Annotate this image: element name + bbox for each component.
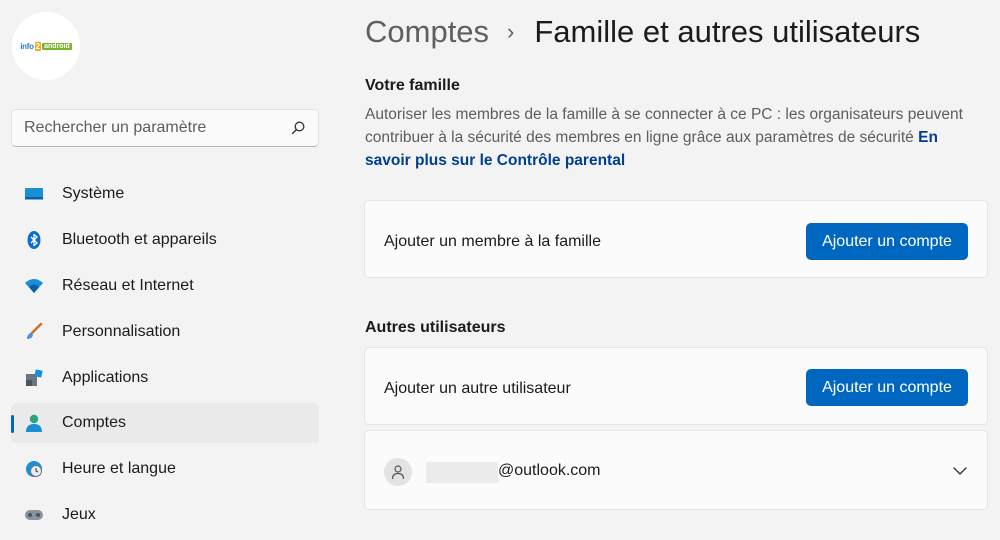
- sidebar-item-jeux[interactable]: Jeux: [11, 495, 319, 535]
- sidebar-item-label: Personnalisation: [62, 323, 181, 340]
- sidebar-item-label: Jeux: [62, 506, 96, 523]
- user-email: @outlook.com: [498, 462, 601, 479]
- sidebar-item-label: Heure et langue: [62, 460, 176, 477]
- add-other-user-card: Ajouter un autre utilisateur Ajouter un …: [364, 347, 988, 425]
- apps-icon: [24, 368, 44, 388]
- sidebar-item-heure-langue[interactable]: Heure et langue: [11, 449, 319, 489]
- family-section-title: Votre famille: [365, 77, 460, 94]
- add-other-account-button[interactable]: Ajouter un compte: [806, 369, 968, 406]
- chevron-down-icon[interactable]: [952, 463, 968, 479]
- brush-icon: [24, 322, 44, 342]
- bluetooth-icon: [24, 230, 44, 250]
- search-icon: [291, 121, 305, 135]
- logo-part-3: android: [42, 42, 72, 50]
- breadcrumb-parent-link[interactable]: Comptes: [365, 14, 489, 50]
- logo-part-1: info: [20, 41, 34, 51]
- sidebar-item-label: Bluetooth et appareils: [62, 231, 217, 248]
- add-family-account-button[interactable]: Ajouter un compte: [806, 223, 968, 260]
- logo-part-2: 2: [34, 41, 42, 51]
- active-indicator: [11, 415, 14, 433]
- sidebar-item-label: Applications: [62, 369, 149, 386]
- breadcrumb: Comptes › Famille et autres utilisateurs: [365, 14, 920, 50]
- sidebar-item-personnalisation[interactable]: Personnalisation: [11, 312, 319, 352]
- family-description-text: Autoriser les membres de la famille à se…: [365, 106, 963, 146]
- add-family-member-card: Ajouter un membre à la famille Ajouter u…: [364, 200, 988, 278]
- add-other-user-label: Ajouter un autre utilisateur: [384, 380, 571, 397]
- other-users-section-title: Autres utilisateurs: [365, 319, 506, 336]
- sidebar-item-systeme[interactable]: Système: [11, 174, 319, 214]
- search-input[interactable]: Rechercher un paramètre: [11, 109, 319, 147]
- site-logo: info 2 android: [20, 41, 72, 51]
- sidebar-item-bluetooth[interactable]: Bluetooth et appareils: [11, 220, 319, 260]
- sidebar-item-applications[interactable]: Applications: [11, 358, 319, 398]
- chevron-right-icon: ›: [507, 19, 515, 44]
- sidebar-item-comptes[interactable]: Comptes: [11, 403, 319, 443]
- sidebar-item-label: Système: [62, 185, 125, 202]
- user-avatar-icon: [384, 458, 412, 486]
- sidebar-item-label: Comptes: [62, 414, 127, 431]
- avatar[interactable]: info 2 android: [12, 12, 80, 80]
- clock-globe-icon: [24, 459, 44, 479]
- sidebar-item-label: Réseau et Internet: [62, 277, 194, 294]
- add-family-member-label: Ajouter un membre à la famille: [384, 233, 601, 250]
- sidebar: info 2 android Rechercher un paramètre S…: [0, 0, 330, 540]
- gamepad-icon: [24, 505, 44, 525]
- page-title: Famille et autres utilisateurs: [534, 14, 921, 49]
- sidebar-item-reseau[interactable]: Réseau et Internet: [11, 266, 319, 306]
- redacted-username: [426, 462, 498, 483]
- family-description: Autoriser les membres de la famille à se…: [365, 103, 965, 172]
- search-placeholder: Rechercher un paramètre: [24, 119, 207, 136]
- person-icon: [24, 413, 44, 433]
- wifi-icon: [24, 276, 44, 296]
- user-account-row[interactable]: @outlook.com: [364, 430, 988, 510]
- monitor-icon: [24, 184, 44, 204]
